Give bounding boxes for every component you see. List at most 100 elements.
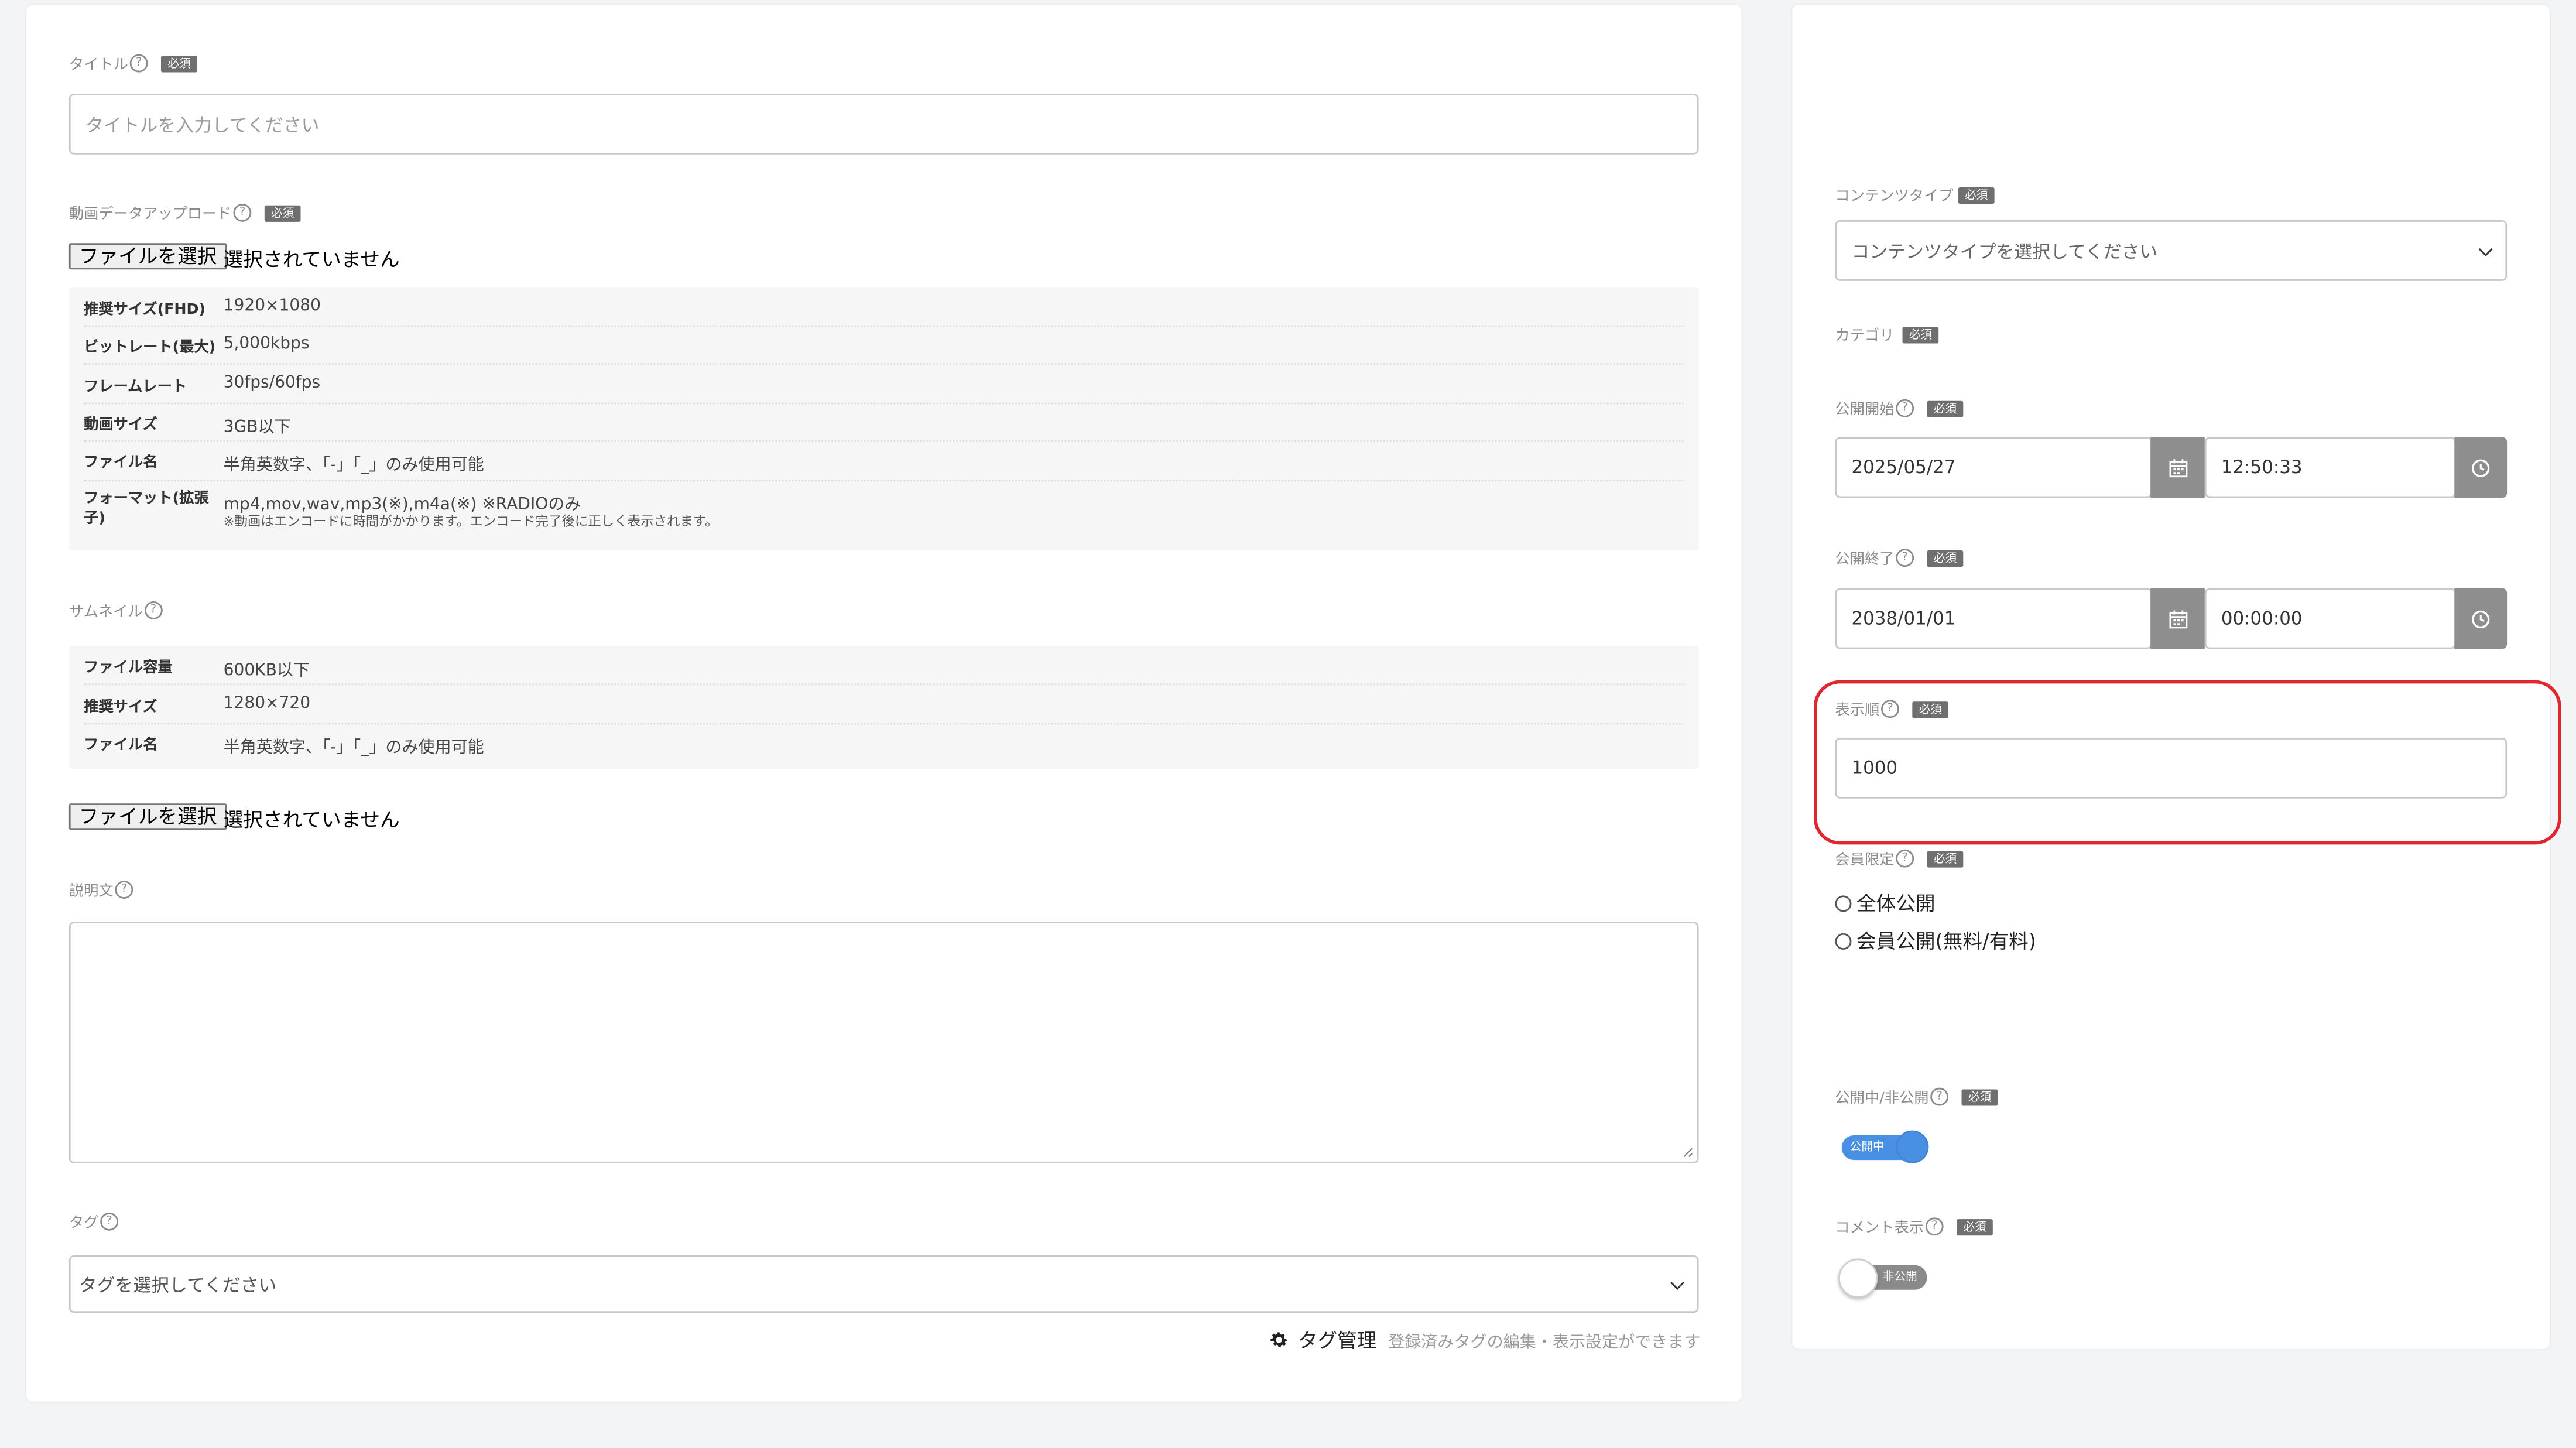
calendar-icon (2169, 610, 2187, 628)
toggle-text: 公開中 (1849, 1140, 1885, 1153)
title-placeholder: タイトルを入力してください (85, 114, 320, 136)
clock-button[interactable] (2454, 588, 2508, 649)
help-icon[interactable]: ? (144, 601, 163, 619)
thumbnail-file-status: 選択されていません (223, 808, 400, 831)
required-badge: 必須 (1958, 186, 1995, 203)
publish-start-label: 公開開始 (1835, 402, 1895, 419)
publish-end-date: 2038/01/01 (1851, 608, 1956, 629)
tag-placeholder: タグを選択してください (78, 1274, 277, 1296)
spec-key: フレームレート (84, 379, 187, 396)
thumbnail-label: サムネイル (68, 604, 143, 621)
spec-row: フォーマット(拡張子) mp4,mov,wav,mp3(※),m4a(※) ※R… (84, 489, 1684, 539)
help-icon[interactable]: ? (233, 203, 252, 222)
toggle-knob (1896, 1130, 1929, 1163)
calendar-button[interactable] (2150, 588, 2205, 649)
spec-value: 3GB以下 (223, 419, 291, 437)
spec-value: 1920×1080 (223, 297, 321, 316)
spec-key: ファイル名 (84, 455, 158, 472)
description-textarea[interactable] (68, 922, 1699, 1163)
title-input[interactable]: タイトルを入力してください (68, 93, 1699, 155)
membership-radio-members[interactable]: 会員公開(無料/有料) (1835, 927, 2036, 955)
publish-start-time-input[interactable]: 12:50:33 (2204, 437, 2457, 498)
content-type-select[interactable]: コンテンツタイプを選択してください (1835, 220, 2508, 281)
required-badge: 必須 (161, 55, 197, 72)
resize-handle-icon[interactable] (1682, 1147, 1694, 1159)
publish-end-date-input[interactable]: 2038/01/01 (1835, 588, 2153, 649)
required-badge: 必須 (1961, 1088, 1998, 1105)
calendar-icon (2169, 458, 2187, 477)
spec-row: 動画サイズ 3GB以下 (84, 412, 1684, 442)
tag-select[interactable]: タグを選択してください (68, 1255, 1699, 1313)
thumbnail-label-row: サムネイル? (68, 600, 163, 621)
help-icon[interactable]: ? (1896, 849, 1914, 868)
comment-display-label-row: コメント表示? 必須 (1835, 1216, 1993, 1237)
publish-end-label-row: 公開終了? 必須 (1835, 547, 1964, 569)
content-type-label-row: コンテンツタイプ 必須 (1835, 184, 1995, 206)
spec-row: フレームレート 30fps/60fps (84, 375, 1684, 405)
publish-end-time: 00:00:00 (2221, 608, 2303, 629)
gear-icon (1270, 1332, 1287, 1347)
post-edit-form: タイトル? 必須 タイトルを入力してください 動画データアップロード? 必須 ファイ… (0, 0, 2576, 1447)
spec-value: 30fps/60fps (223, 374, 321, 393)
radio-label: 全体公開 (1856, 892, 1936, 916)
required-badge: 必須 (1902, 326, 1939, 343)
spec-value: 半角英数字、「-」「_」のみ使用可能 (223, 457, 484, 475)
required-badge: 必須 (264, 204, 301, 221)
video-spec-table: 推奨サイズ(FHD) 1920×1080 ビットレート(最大) 5,000kbp… (68, 287, 1699, 551)
chevron-down-icon (2478, 241, 2493, 256)
thumbnail-file-select-button[interactable]: ファイルを選択 (68, 803, 227, 830)
thumbnail-spec-table: ファイル容量 600KB以下 推奨サイズ 1280×720 ファイル名 半角英数… (68, 645, 1699, 769)
required-badge: 必須 (1927, 549, 1964, 566)
help-icon[interactable]: ? (1930, 1087, 1949, 1106)
content-type-label: コンテンツタイプ (1835, 189, 1954, 206)
spec-value: 半角英数字、「-」「_」のみ使用可能 (223, 739, 484, 758)
help-icon[interactable]: ? (1896, 399, 1914, 417)
calendar-button[interactable] (2150, 437, 2205, 498)
publish-state-toggle[interactable]: 公開中 (1841, 1130, 1929, 1163)
tag-manage-link[interactable]: タグ管理 登録済みタグの編集・表示設定ができます (1268, 1326, 1700, 1354)
required-badge: 必須 (1927, 400, 1964, 417)
category-label: カテゴリ (1835, 328, 1895, 345)
spec-row: ビットレート(最大) 5,000kbps (84, 335, 1684, 365)
spec-key: ビットレート(最大) (84, 340, 216, 357)
spec-key: 推奨サイズ(FHD) (84, 302, 206, 319)
publish-state-label: 公開中/非公開 (1835, 1091, 1929, 1108)
spec-key: 推奨サイズ (84, 700, 157, 717)
publish-end-label: 公開終了 (1835, 552, 1895, 569)
spec-value: 5,000kbps (223, 335, 310, 354)
required-badge: 必須 (1927, 850, 1964, 867)
title-label: タイトル (68, 57, 128, 74)
help-icon[interactable]: ? (100, 1212, 119, 1231)
spec-key: ファイル名 (84, 737, 158, 755)
publish-end-time-input[interactable]: 00:00:00 (2204, 588, 2457, 649)
description-label-row: 説明文? (68, 879, 133, 901)
radio-button[interactable] (1835, 932, 1852, 949)
clock-button[interactable] (2454, 437, 2508, 498)
publish-start-date-input[interactable]: 2025/05/27 (1835, 437, 2153, 498)
comment-display-toggle[interactable]: 非公開 (1838, 1258, 1927, 1298)
membership-label-row: 会員限定? 必須 (1835, 848, 1964, 869)
publish-start-time: 12:50:33 (2221, 457, 2303, 478)
clock-icon (2472, 610, 2490, 628)
video-file-status: 選択されていません (223, 248, 400, 272)
membership-radio-all[interactable]: 全体公開 (1835, 889, 1936, 917)
clock-icon (2472, 458, 2490, 477)
help-icon[interactable]: ? (129, 54, 148, 73)
spec-row: ファイル名 半角英数字、「-」「_」のみ使用可能 (84, 450, 1684, 482)
description-label: 説明文 (68, 884, 114, 901)
spec-value: 1280×720 (223, 694, 311, 713)
tag-label: タグ (68, 1216, 99, 1233)
spec-row: ファイル容量 600KB以下 (84, 656, 1684, 686)
radio-button[interactable] (1835, 894, 1852, 911)
spec-value: 600KB以下 (223, 662, 310, 680)
help-icon[interactable]: ? (1925, 1217, 1944, 1236)
help-icon[interactable]: ? (115, 881, 133, 899)
radio-label: 会員公開(無料/有料) (1856, 930, 2036, 953)
help-icon[interactable]: ? (1896, 549, 1914, 567)
spec-key: フォーマット(拡張子) (84, 491, 209, 528)
video-upload-label: 動画データアップロード (68, 207, 232, 224)
highlight-box (1813, 680, 2561, 845)
spec-key: 動画サイズ (84, 417, 157, 434)
video-file-select-button[interactable]: ファイルを選択 (68, 243, 227, 270)
chevron-down-icon (1670, 1275, 1684, 1289)
